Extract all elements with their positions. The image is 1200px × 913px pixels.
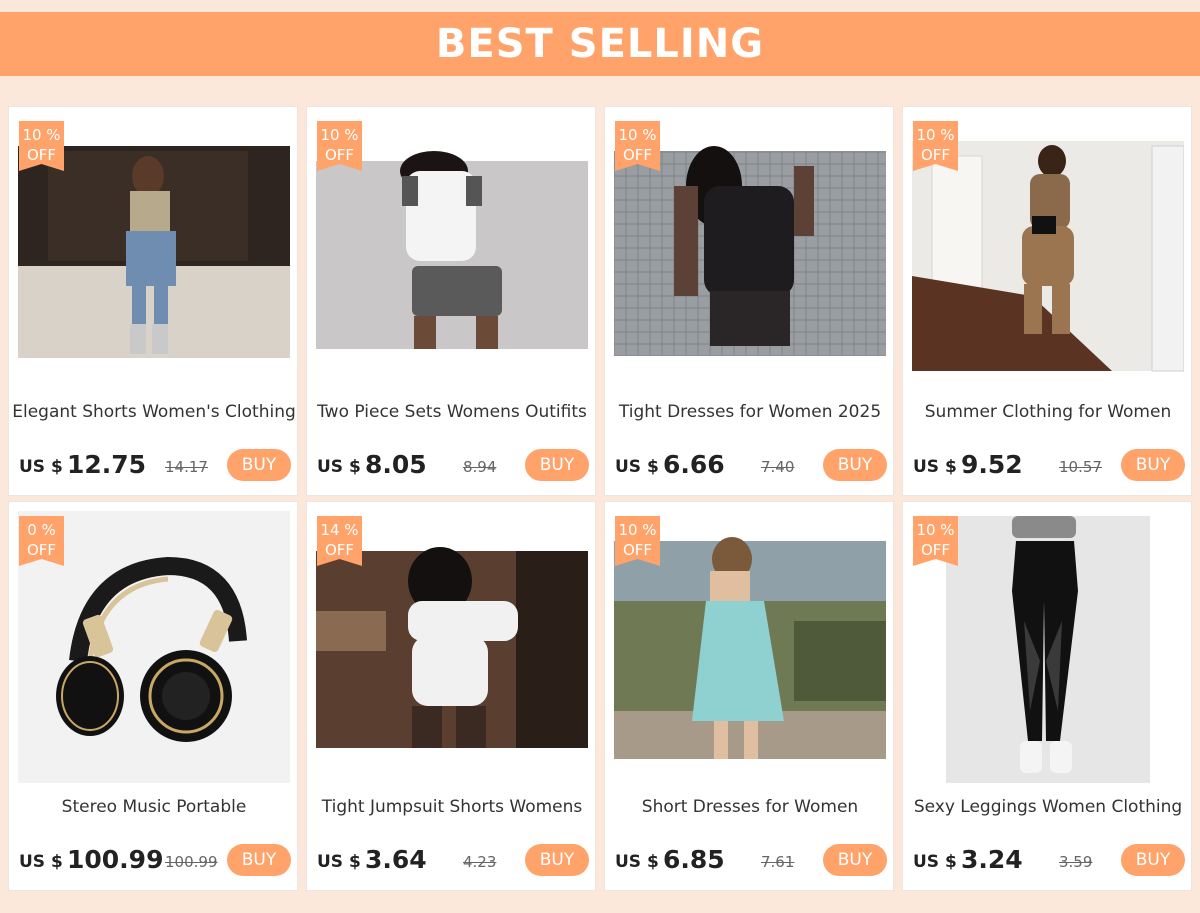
price-row: US $ 100.99 100.99 BUY: [19, 842, 291, 878]
product-card[interactable]: 10 % OFF Summer Clothing for Women US $ …: [902, 106, 1192, 496]
sale-price: 6.85: [663, 845, 725, 874]
price-row: US $ 3.64 4.23 BUY: [317, 842, 589, 878]
original-price: 7.40: [761, 458, 795, 476]
discount-percent: 10 %: [916, 521, 955, 539]
discount-off-label: OFF: [622, 146, 653, 164]
discount-badge: 14 % OFF: [317, 516, 362, 566]
price-row: US $ 3.24 3.59 BUY: [913, 842, 1185, 878]
buy-button[interactable]: BUY: [823, 449, 887, 481]
sale-price: 9.52: [961, 450, 1023, 479]
product-card[interactable]: 10 % OFF Two Piece Sets Womens Outifits …: [306, 106, 596, 496]
discount-badge: 0 % OFF: [19, 516, 64, 566]
buy-button[interactable]: BUY: [227, 449, 291, 481]
product-card[interactable]: 14 % OFF Tight Jumpsuit Shorts Womens US…: [306, 501, 596, 891]
product-title[interactable]: Tight Dresses for Women 2025: [605, 402, 895, 422]
currency-label: US $: [615, 852, 659, 872]
original-price: 14.17: [165, 458, 208, 476]
price-row: US $ 9.52 10.57 BUY: [913, 447, 1185, 483]
discount-badge: 10 % OFF: [615, 516, 660, 566]
discount-percent: 0 %: [27, 521, 56, 539]
original-price: 3.59: [1059, 853, 1093, 871]
product-card[interactable]: 10 % OFF Elegant Shorts Women's Clothing…: [8, 106, 298, 496]
discount-percent: 10 %: [22, 126, 61, 144]
buy-button[interactable]: BUY: [525, 449, 589, 481]
discount-off-label: OFF: [26, 146, 57, 164]
product-card[interactable]: 10 % OFF Tight Dresses for Women 2025 US…: [604, 106, 894, 496]
product-title[interactable]: Sexy Leggings Women Clothing: [903, 797, 1193, 817]
original-price: 100.99: [165, 853, 218, 871]
currency-label: US $: [19, 852, 63, 872]
product-card[interactable]: 0 % OFF Stereo Music Portable US $ 100.9…: [8, 501, 298, 891]
product-title[interactable]: Summer Clothing for Women: [903, 402, 1193, 422]
discount-badge: 10 % OFF: [913, 121, 958, 171]
discount-badge: 10 % OFF: [615, 121, 660, 171]
original-price: 8.94: [463, 458, 497, 476]
currency-label: US $: [913, 457, 957, 477]
discount-off-label: OFF: [324, 541, 355, 559]
currency-label: US $: [913, 852, 957, 872]
discount-off-label: OFF: [622, 541, 653, 559]
buy-button[interactable]: BUY: [1121, 844, 1185, 876]
original-price: 7.61: [761, 853, 795, 871]
discount-badge: 10 % OFF: [19, 121, 64, 171]
discount-off-label: OFF: [324, 146, 355, 164]
buy-button[interactable]: BUY: [823, 844, 887, 876]
product-title[interactable]: Stereo Music Portable: [9, 797, 299, 817]
price-row: US $ 8.05 8.94 BUY: [317, 447, 589, 483]
discount-badge: 10 % OFF: [913, 516, 958, 566]
buy-button[interactable]: BUY: [227, 844, 291, 876]
original-price: 4.23: [463, 853, 497, 871]
product-title[interactable]: Elegant Shorts Women's Clothing: [9, 402, 299, 422]
discount-percent: 14 %: [320, 521, 359, 539]
sale-price: 3.24: [961, 845, 1023, 874]
buy-button[interactable]: BUY: [525, 844, 589, 876]
sale-price: 8.05: [365, 450, 427, 479]
discount-percent: 10 %: [618, 126, 657, 144]
price-row: US $ 12.75 14.17 BUY: [19, 447, 291, 483]
sale-price: 3.64: [365, 845, 427, 874]
product-title[interactable]: Short Dresses for Women: [605, 797, 895, 817]
discount-percent: 10 %: [320, 126, 359, 144]
product-card[interactable]: 10 % OFF Sexy Leggings Women Clothing US…: [902, 501, 1192, 891]
discount-percent: 10 %: [916, 126, 955, 144]
price-row: US $ 6.66 7.40 BUY: [615, 447, 887, 483]
product-card[interactable]: 10 % OFF Short Dresses for Women US $ 6.…: [604, 501, 894, 891]
buy-button[interactable]: BUY: [1121, 449, 1185, 481]
currency-label: US $: [317, 852, 361, 872]
product-title[interactable]: Tight Jumpsuit Shorts Womens: [307, 797, 597, 817]
discount-off-label: OFF: [920, 541, 951, 559]
currency-label: US $: [19, 457, 63, 477]
product-grid: 10 % OFF Elegant Shorts Women's Clothing…: [8, 106, 1192, 891]
discount-percent: 10 %: [618, 521, 657, 539]
product-title[interactable]: Two Piece Sets Womens Outifits: [307, 402, 597, 422]
price-row: US $ 6.85 7.61 BUY: [615, 842, 887, 878]
sale-price: 12.75: [67, 450, 147, 479]
best-selling-banner: BEST SELLING: [0, 12, 1200, 76]
original-price: 10.57: [1059, 458, 1102, 476]
discount-off-label: OFF: [26, 541, 57, 559]
currency-label: US $: [615, 457, 659, 477]
currency-label: US $: [317, 457, 361, 477]
discount-off-label: OFF: [920, 146, 951, 164]
sale-price: 6.66: [663, 450, 725, 479]
sale-price: 100.99: [67, 845, 164, 874]
discount-badge: 10 % OFF: [317, 121, 362, 171]
banner-title: BEST SELLING: [435, 21, 765, 67]
